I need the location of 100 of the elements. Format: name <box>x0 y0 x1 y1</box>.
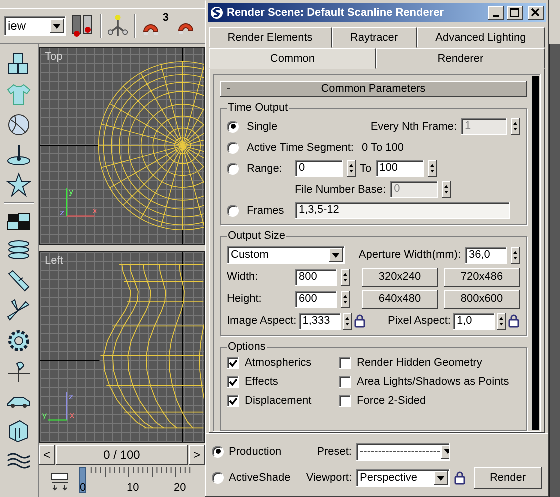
tube-icon[interactable] <box>6 268 32 294</box>
checkbox[interactable]: Atmospherics <box>227 357 339 369</box>
input-field[interactable]: 600 <box>295 290 337 308</box>
checkmark-icon <box>228 378 238 386</box>
spinner-button[interactable] <box>511 246 520 264</box>
lock-icon[interactable] <box>454 471 466 486</box>
viewport-label[interactable]: Left <box>45 255 64 267</box>
preset-dropdown[interactable]: ---------------------- <box>356 442 450 461</box>
next-frame-button[interactable]: > <box>189 444 205 464</box>
group-title: Options <box>227 341 267 353</box>
snap-count: 3 <box>162 12 169 24</box>
field-label: File Number Base: <box>295 184 386 196</box>
viewport-label[interactable]: Top <box>45 51 63 63</box>
field-label: Preset: <box>316 446 352 458</box>
collapse-toggle[interactable]: - <box>227 83 239 95</box>
group-title: Time Output <box>227 102 290 114</box>
scrollbar[interactable] <box>532 76 539 430</box>
field-label: Height: <box>227 293 263 305</box>
preset-size-button[interactable]: 720x486 <box>444 268 520 286</box>
selection-filter-icon[interactable] <box>71 13 95 39</box>
axis-tripod-drawing: z y x <box>42 392 75 421</box>
snap-toggle[interactable]: 3 <box>141 14 171 38</box>
spinner-button[interactable] <box>341 290 350 308</box>
pin-icon[interactable] <box>6 142 32 168</box>
gear-icon[interactable] <box>6 328 32 354</box>
tab[interactable]: Render Elements <box>209 27 332 48</box>
tab[interactable]: Raytracer <box>332 27 417 48</box>
viewport-dropdown[interactable]: Perspective <box>356 469 450 488</box>
checkbox[interactable]: Effects <box>227 376 339 388</box>
radio-button[interactable]: Production <box>212 446 296 458</box>
spinner-button[interactable] <box>347 160 356 177</box>
caret-icon <box>332 252 340 258</box>
caret-icon <box>53 24 61 28</box>
close-icon <box>531 8 541 18</box>
ball-icon[interactable] <box>6 112 32 138</box>
minimize-icon <box>493 14 499 16</box>
caret-icon <box>444 449 449 454</box>
input-field[interactable]: 36,0 <box>465 246 507 264</box>
field-label: Viewport: <box>305 472 352 484</box>
render-button[interactable]: Render <box>474 467 542 490</box>
checkmark-icon <box>228 358 238 368</box>
axis-tripod-drawing: y z x <box>60 188 98 218</box>
spinner-button[interactable] <box>342 312 352 330</box>
input-field[interactable]: 1,3,5-12 <box>295 202 510 219</box>
spinner-button[interactable] <box>497 312 506 330</box>
input-field[interactable]: 800 <box>295 268 337 286</box>
tick-label: 20 <box>174 482 186 494</box>
checkbox[interactable]: Render Hidden Geometry <box>339 357 520 369</box>
checkmark-icon <box>228 396 238 406</box>
time-marker[interactable] <box>79 467 86 493</box>
previous-frame-button[interactable]: < <box>39 444 55 464</box>
tab[interactable]: Advanced Lighting <box>416 27 545 48</box>
segment-range: 0 To 100 <box>362 142 404 154</box>
radio-button[interactable]: Active Time Segment: <box>227 142 354 154</box>
preset-size-button[interactable]: 320x240 <box>362 268 438 286</box>
radio-button[interactable]: Frames <box>227 204 291 216</box>
preset-size-button[interactable]: 800x600 <box>444 290 520 308</box>
field-label: Aperture Width(mm): <box>358 249 461 261</box>
lock-icon[interactable] <box>354 314 366 328</box>
input-field[interactable]: 1,0 <box>453 312 495 330</box>
close-button[interactable] <box>528 6 544 20</box>
input-field[interactable]: 1,333 <box>298 312 341 330</box>
tab[interactable]: Common <box>209 48 376 69</box>
star-icon[interactable] <box>6 172 32 198</box>
rollout-title: Common Parameters <box>320 83 427 95</box>
size-dropdown[interactable]: Custom <box>227 246 345 264</box>
key-filter-icon[interactable] <box>51 472 69 490</box>
spinner-button[interactable] <box>511 118 520 135</box>
field-label: Width: <box>227 271 260 283</box>
input-field[interactable]: 0 <box>295 160 343 177</box>
preset-size-button[interactable]: 640x480 <box>362 290 438 308</box>
radio-button[interactable]: Single <box>227 120 291 132</box>
window-title: Render Scene: Default Scanline Renderer <box>227 6 446 18</box>
checkbox[interactable]: Displacement <box>227 395 339 407</box>
app-logo-icon <box>210 6 224 20</box>
rollout-header[interactable]: - Common Parameters <box>220 81 527 97</box>
checkbox[interactable]: Area Lights/Shadows as Points <box>339 376 520 388</box>
maximize-icon <box>510 8 520 18</box>
spinner-button[interactable] <box>442 181 452 198</box>
tick-label: 0 <box>80 482 86 494</box>
caret-icon <box>437 476 445 481</box>
checkbox[interactable]: Force 2-Sided <box>339 395 520 407</box>
group-title: Output Size <box>227 230 286 242</box>
field-label: Pixel Aspect: <box>388 315 451 327</box>
field-label: Every Nth Frame: <box>370 120 457 132</box>
input-field[interactable]: 100 <box>376 160 424 177</box>
radio-button[interactable]: ActiveShade <box>212 472 296 484</box>
time-slider-thumb[interactable]: 0 / 100 <box>56 444 188 464</box>
field-label: Image Aspect: <box>227 315 297 327</box>
axis-constraint-icon[interactable] <box>107 13 129 39</box>
lock-icon[interactable] <box>508 314 520 328</box>
radio-button[interactable]: Range: <box>227 162 291 174</box>
field-label: To <box>360 162 372 174</box>
maximize-button[interactable] <box>507 6 523 20</box>
spinner-button[interactable] <box>428 160 437 177</box>
minimize-button[interactable] <box>488 6 504 20</box>
spinner-button[interactable] <box>341 268 350 286</box>
view-dropdown[interactable]: iew <box>4 16 66 36</box>
tick-label: 10 <box>127 482 140 494</box>
tab[interactable]: Renderer <box>376 48 546 69</box>
